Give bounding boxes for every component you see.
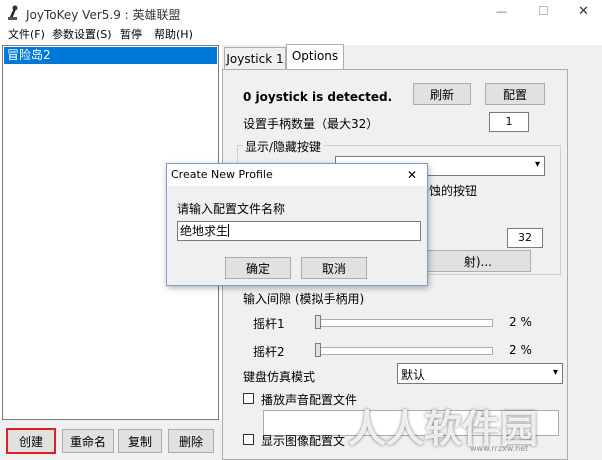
stick1-slider-thumb[interactable]: [315, 315, 321, 329]
mapping-button[interactable]: 射)...: [413, 250, 531, 272]
rename-button[interactable]: 重命名: [62, 429, 114, 453]
close-icon[interactable]: ✕: [407, 164, 417, 186]
stick2-label: 摇杆2: [253, 345, 285, 359]
tab-joystick-1[interactable]: Joystick 1: [224, 47, 286, 71]
refresh-button[interactable]: 刷新: [413, 83, 471, 105]
joystick-icon: [6, 5, 22, 21]
profile-name-value: 绝地求生: [180, 224, 229, 238]
dialog-title-bar: Create New Profile ✕: [167, 164, 427, 186]
text-cursor: [228, 224, 230, 237]
ok-button[interactable]: 确定: [225, 257, 291, 279]
minimize-button[interactable]: —: [496, 5, 507, 18]
dialog-title: Create New Profile: [171, 168, 273, 181]
show-image-checkbox[interactable]: [243, 434, 254, 445]
input-interval-label: 输入间隙 (模拟手柄用): [243, 292, 365, 306]
profile-name-input[interactable]: 绝地求生: [177, 221, 421, 241]
chevron-down-icon: ▾: [552, 367, 558, 378]
buttons-label: 蚀的按钮: [429, 184, 478, 198]
keyboard-mode-label: 键盘仿真模式: [243, 370, 316, 384]
joystick-count-label: 设置手柄数量（最大32）: [243, 117, 379, 131]
menu-bar: 文件(F) 参数设置(S) 暂停 帮助(H): [0, 28, 602, 44]
play-sound-checkbox[interactable]: [243, 393, 254, 404]
profile-item[interactable]: 冒险岛2: [4, 47, 217, 64]
display-group-title: 显示/隐藏按键: [243, 138, 324, 155]
create-profile-dialog: Create New Profile ✕ 请输入配置文件名称 绝地求生 确定 取…: [166, 163, 428, 286]
profile-button-bar: 创建 重命名 复制 删除: [0, 420, 222, 460]
joystick-detected-text: 0 joystick is detected.: [243, 90, 393, 104]
stick2-slider[interactable]: [317, 347, 493, 355]
create-button[interactable]: 创建: [6, 428, 56, 454]
stick1-value: 2 %: [509, 315, 532, 329]
config-button[interactable]: 配置: [485, 83, 545, 105]
close-button[interactable]: ✕: [578, 4, 589, 19]
menu-pause[interactable]: 暂停: [120, 28, 142, 42]
maximize-button[interactable]: ☐: [538, 4, 549, 18]
play-sound-label: 播放声音配置文件: [261, 393, 358, 407]
joystick-count-field[interactable]: 1: [489, 112, 529, 132]
stick1-slider[interactable]: [317, 319, 493, 327]
tab-options[interactable]: Options: [286, 44, 344, 71]
window-title: JoyToKey Ver5.9 : 英雄联盟: [26, 8, 181, 22]
copy-button[interactable]: 复制: [118, 429, 162, 453]
title-bar: JoyToKey Ver5.9 : 英雄联盟 — ☐ ✕: [0, 0, 602, 28]
menu-file[interactable]: 文件(F): [8, 28, 45, 42]
watermark-url: www.rrzxw.net: [470, 444, 529, 453]
menu-settings[interactable]: 参数设置(S): [52, 28, 112, 42]
chevron-down-icon: ▾: [534, 159, 540, 170]
show-image-label: 显示图像配置文: [261, 434, 346, 448]
buttons-count-field[interactable]: 32: [507, 228, 543, 248]
stick2-slider-thumb[interactable]: [315, 343, 321, 357]
stick1-label: 摇杆1: [253, 317, 285, 331]
delete-button[interactable]: 删除: [168, 429, 214, 453]
menu-help[interactable]: 帮助(H): [154, 28, 193, 42]
stick2-value: 2 %: [509, 343, 532, 357]
keyboard-mode-value: 默认: [401, 368, 426, 382]
keyboard-mode-select[interactable]: 默认 ▾: [397, 363, 563, 384]
cancel-button[interactable]: 取消: [301, 257, 367, 279]
dialog-prompt: 请输入配置文件名称: [177, 202, 286, 216]
